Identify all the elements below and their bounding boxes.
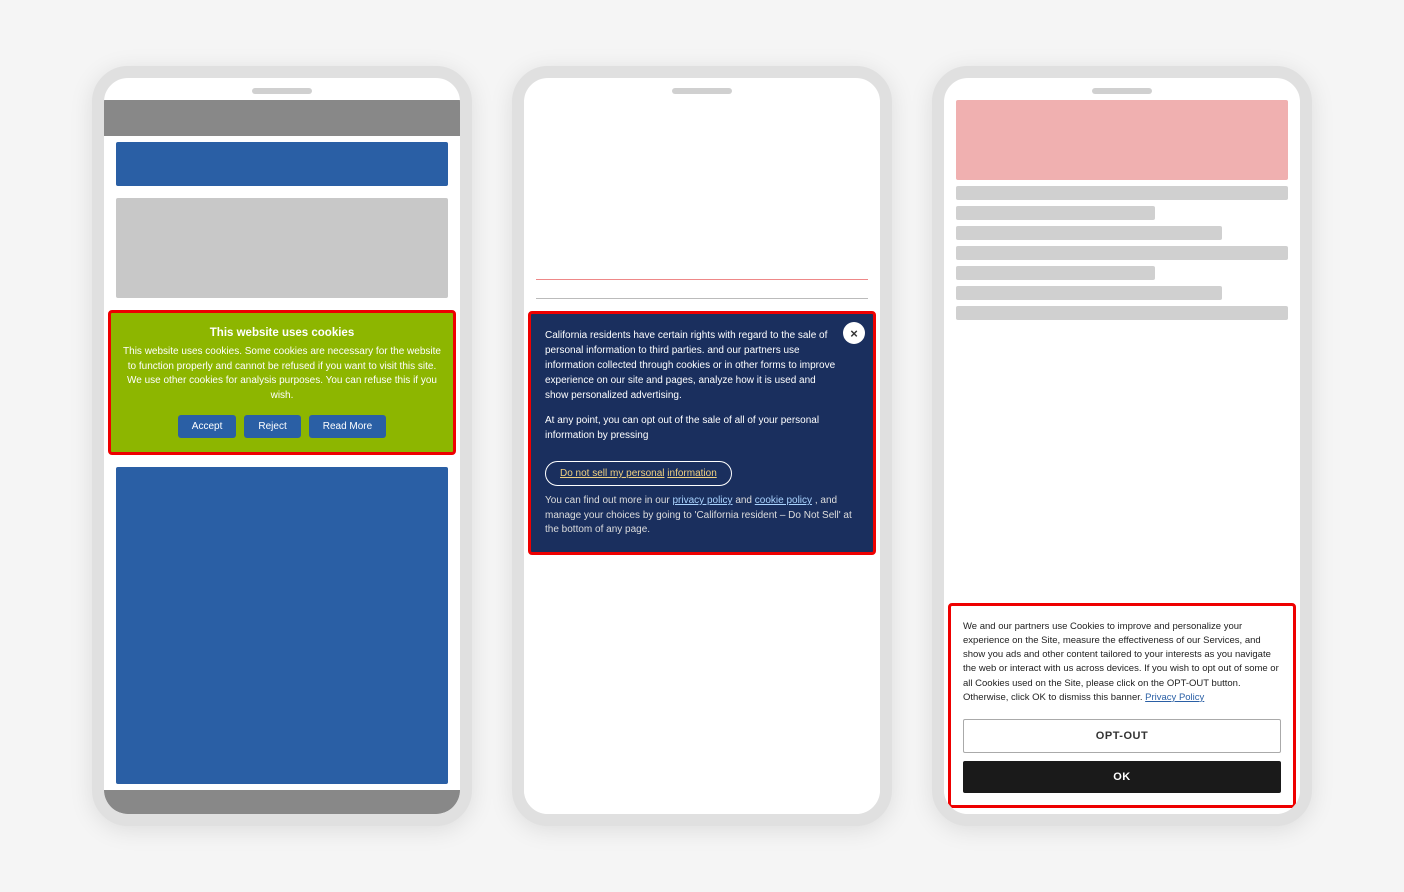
phone-3-pink-block [956, 100, 1288, 180]
phone-3-gray-line-7 [956, 306, 1288, 320]
phone-2-privacy-link[interactable]: privacy policy [673, 495, 733, 506]
phone-2-opt-out-button[interactable]: Do not sell my personal information [545, 461, 732, 486]
phone-1-cookie-buttons: Accept Reject Read More [123, 415, 441, 438]
phone-2-content: × California residents have certain righ… [524, 100, 880, 814]
phone-3: We and our partners use Cookies to impro… [932, 66, 1312, 826]
phone-2-close-button[interactable]: × [843, 322, 865, 344]
phone-2-divider [536, 298, 868, 299]
phone-2-opt-label: Do not sell my personal [560, 468, 665, 479]
phone-2-cookie-banner: × California residents have certain righ… [528, 311, 876, 555]
phone-3-speaker [1092, 88, 1152, 94]
phone-1-reject-button[interactable]: Reject [244, 415, 300, 438]
phone-3-gray-line-2 [956, 206, 1155, 220]
phone-3-cookie-banner: We and our partners use Cookies to impro… [948, 603, 1296, 809]
phone-3-gray-blocks [944, 186, 1300, 320]
phone-1-gray-bar-bottom [104, 790, 460, 814]
phone-3-spacer [944, 320, 1300, 597]
phone-3-gray-line-4 [956, 246, 1288, 260]
phone-1-banner-title: This website uses cookies [123, 327, 441, 339]
phone-1-banner-text: This website uses cookies. Some cookies … [123, 345, 441, 403]
phone-1-screen: This website uses cookies This website u… [104, 100, 460, 814]
phone-2-footer-text: You can find out more in our privacy pol… [545, 494, 859, 538]
phone-3-gray-line-5 [956, 266, 1155, 280]
phone-2-screen: × California residents have certain righ… [524, 100, 880, 814]
phone-3-content: We and our partners use Cookies to impro… [944, 100, 1300, 814]
phone-1-cookie-banner: This website uses cookies This website u… [108, 310, 456, 455]
phone-2-white-block [536, 100, 868, 280]
phone-1-footer-blue [116, 467, 448, 784]
phone-2-cookie-link[interactable]: cookie policy [755, 495, 812, 506]
phone-1-gray-bar-top [104, 100, 460, 136]
phone-2: × California residents have certain righ… [512, 66, 892, 826]
phone-3-gray-line-6 [956, 286, 1222, 300]
phone-1: This website uses cookies This website u… [92, 66, 472, 826]
phone-3-gray-line-3 [956, 226, 1222, 240]
phone-1-content: This website uses cookies This website u… [104, 100, 460, 814]
phone-1-accept-button[interactable]: Accept [178, 415, 237, 438]
phone-1-gray-block [116, 198, 448, 298]
phone-2-speaker [672, 88, 732, 94]
phone-3-opt-out-button[interactable]: OPT-OUT [963, 719, 1281, 753]
phone-1-blue-bar [116, 142, 448, 186]
phone-1-read-more-button[interactable]: Read More [309, 415, 386, 438]
phone-3-screen: We and our partners use Cookies to impro… [944, 100, 1300, 814]
phone-3-ok-button[interactable]: OK [963, 761, 1281, 793]
phone-2-banner-text3: At any point, you can opt out of the sal… [545, 413, 859, 443]
phone-3-banner-text: We and our partners use Cookies to impro… [963, 620, 1281, 706]
phone-2-opt-highlight: information [667, 468, 716, 479]
phone-2-banner-text1: California residents have certain rights… [545, 328, 859, 403]
phone-1-speaker [252, 88, 312, 94]
phone-3-gray-line-1 [956, 186, 1288, 200]
phone-3-privacy-link[interactable]: Privacy Policy [1145, 692, 1204, 703]
